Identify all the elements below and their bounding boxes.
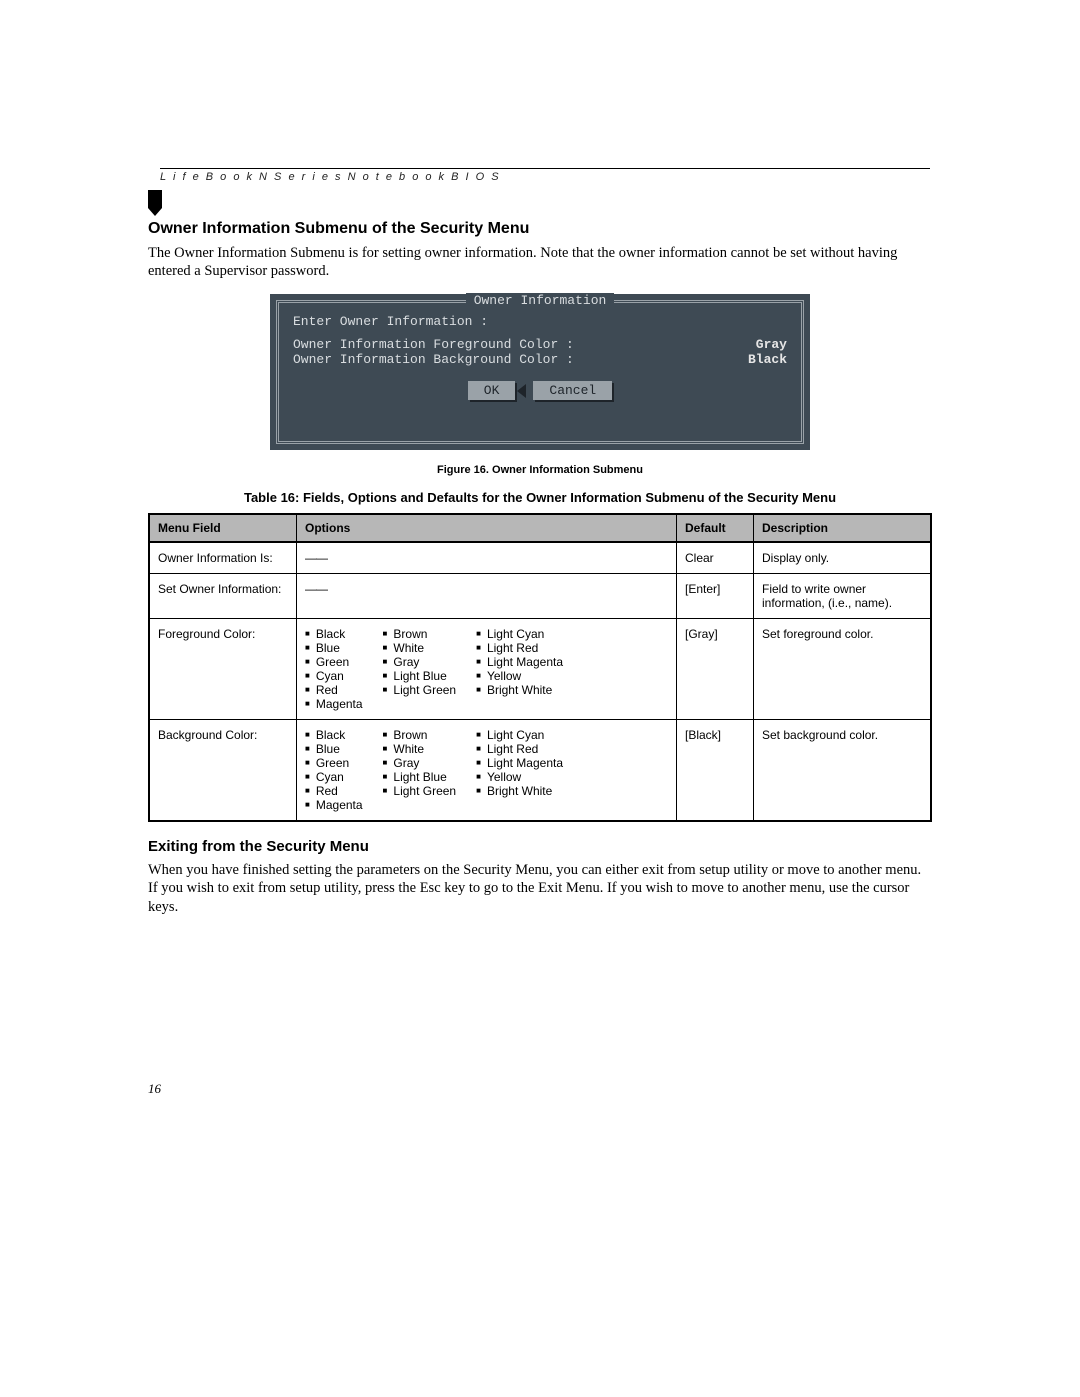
option-item: Light Blue xyxy=(383,770,457,784)
bios-bg-color-label: Owner Information Background Color : xyxy=(293,352,574,367)
cell-description: Set foreground color. xyxy=(754,619,932,720)
cell-options: BlackBlueGreenCyanRedMagenta BrownWhiteGr… xyxy=(297,619,677,720)
cell-options: —— xyxy=(297,542,677,574)
cell-default: [Black] xyxy=(677,720,754,822)
option-item: Light Red xyxy=(476,742,563,756)
bios-enter-owner-label: Enter Owner Information : xyxy=(293,314,787,329)
option-item: Light Blue xyxy=(383,669,457,683)
section-heading-exiting: Exiting from the Security Menu xyxy=(148,838,932,855)
page-content: Owner Information Submenu of the Securit… xyxy=(148,220,932,930)
option-item: Green xyxy=(305,756,363,770)
cell-default: [Enter] xyxy=(677,574,754,619)
option-item: Yellow xyxy=(476,770,563,784)
cell-default: Clear xyxy=(677,542,754,574)
option-item: Light Magenta xyxy=(476,756,563,770)
bios-fg-color-value: Gray xyxy=(756,337,787,352)
option-item: Bright White xyxy=(476,683,563,697)
option-item: Gray xyxy=(383,756,457,770)
option-item: White xyxy=(383,641,457,655)
bios-ok-label: OK xyxy=(484,383,500,398)
running-head-rule: L i f e B o o k N S e r i e s N o t e b … xyxy=(160,168,930,183)
th-menu-field: Menu Field xyxy=(149,514,297,542)
page-number: 16 xyxy=(148,1081,161,1097)
section-body-owner-info: The Owner Information Submenu is for set… xyxy=(148,244,932,280)
option-item: White xyxy=(383,742,457,756)
table-row: Foreground Color:BlackBlueGreenCyanRedMa… xyxy=(149,619,931,720)
bios-ok-button[interactable]: OK xyxy=(468,381,516,400)
table-row: Set Owner Information:——[Enter]Field to … xyxy=(149,574,931,619)
th-default: Default xyxy=(677,514,754,542)
th-options: Options xyxy=(297,514,677,542)
cell-default: [Gray] xyxy=(677,619,754,720)
bios-cancel-label: Cancel xyxy=(549,383,596,398)
table-caption: Table 16: Fields, Options and Defaults f… xyxy=(148,490,932,505)
cell-menu-field: Foreground Color: xyxy=(149,619,297,720)
option-item: Red xyxy=(305,683,363,697)
cell-options: BlackBlueGreenCyanRedMagenta BrownWhiteGr… xyxy=(297,720,677,822)
option-item: Blue xyxy=(305,742,363,756)
table-row: Background Color:BlackBlueGreenCyanRedMa… xyxy=(149,720,931,822)
option-item: Light Cyan xyxy=(476,728,563,742)
table-header-row: Menu Field Options Default Description xyxy=(149,514,931,542)
section-heading-owner-info: Owner Information Submenu of the Securit… xyxy=(148,220,932,238)
th-description: Description xyxy=(754,514,932,542)
cell-menu-field: Owner Information Is: xyxy=(149,542,297,574)
cell-menu-field: Background Color: xyxy=(149,720,297,822)
option-item: Cyan xyxy=(305,669,363,683)
bios-screenshot: Owner Information Enter Owner Informatio… xyxy=(270,294,810,450)
bios-bg-color-value: Black xyxy=(748,352,787,367)
bios-cancel-button[interactable]: Cancel xyxy=(533,381,612,400)
section-body-exiting: When you have finished setting the param… xyxy=(148,861,932,915)
cell-description: Field to write owner information, (i.e.,… xyxy=(754,574,932,619)
option-item: Light Magenta xyxy=(476,655,563,669)
option-item: Magenta xyxy=(305,697,363,711)
bios-panel-title: Owner Information xyxy=(466,293,615,308)
option-item: Gray xyxy=(383,655,457,669)
cell-description: Set background color. xyxy=(754,720,932,822)
cell-options: —— xyxy=(297,574,677,619)
option-item: Light Green xyxy=(383,683,457,697)
option-item: Light Red xyxy=(476,641,563,655)
table-row: Owner Information Is:——ClearDisplay only… xyxy=(149,542,931,574)
option-item: Black xyxy=(305,627,363,641)
option-item: Light Green xyxy=(383,784,457,798)
running-head-text: L i f e B o o k N S e r i e s N o t e b … xyxy=(160,169,930,183)
document-page: L i f e B o o k N S e r i e s N o t e b … xyxy=(0,0,1080,1397)
option-item: Green xyxy=(305,655,363,669)
option-item: Cyan xyxy=(305,770,363,784)
option-item: Red xyxy=(305,784,363,798)
option-item: Bright White xyxy=(476,784,563,798)
option-item: Light Cyan xyxy=(476,627,563,641)
option-item: Magenta xyxy=(305,798,363,812)
bios-fg-color-label: Owner Information Foreground Color : xyxy=(293,337,574,352)
fields-table: Menu Field Options Default Description O… xyxy=(148,513,932,822)
option-item: Black xyxy=(305,728,363,742)
cell-menu-field: Set Owner Information: xyxy=(149,574,297,619)
option-item: Yellow xyxy=(476,669,563,683)
cell-description: Display only. xyxy=(754,542,932,574)
option-item: Blue xyxy=(305,641,363,655)
figure-caption: Figure 16. Owner Information Submenu xyxy=(148,464,932,476)
option-item: Brown xyxy=(383,627,457,641)
option-item: Brown xyxy=(383,728,457,742)
